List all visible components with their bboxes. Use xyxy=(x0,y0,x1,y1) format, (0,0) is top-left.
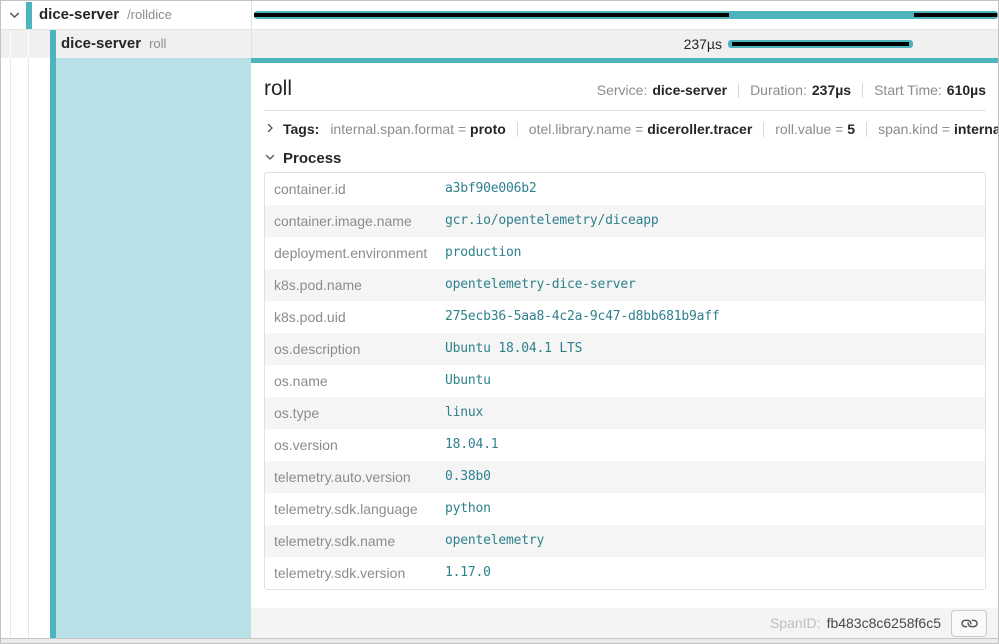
chevron-right-icon xyxy=(264,121,276,137)
tag-separator xyxy=(763,122,764,137)
page-bottom-strip xyxy=(1,638,998,644)
process-key: os.name xyxy=(265,365,437,397)
meta-separator xyxy=(862,83,863,98)
process-value: a3bf90e006b2 xyxy=(437,173,985,205)
tags-section-label: Tags: xyxy=(283,121,319,137)
process-value: 275ecb36-5aa8-4c2a-9c47-d8bb681b9aff xyxy=(437,301,985,333)
process-value: linux xyxy=(437,397,985,429)
tag-separator xyxy=(866,122,867,137)
span-color-bar xyxy=(26,2,32,29)
process-value: 18.04.1 xyxy=(437,429,985,461)
process-row: container.image.namegcr.io/opentelemetry… xyxy=(265,205,985,237)
process-value: 0.38b0 xyxy=(437,461,985,493)
process-row: deployment.environmentproduction xyxy=(265,237,985,269)
span-color-accent-strip xyxy=(251,58,999,63)
process-key: k8s.pod.name xyxy=(265,269,437,301)
duration-value: 237µs xyxy=(812,82,851,98)
timeline-row-rolldice[interactable] xyxy=(252,1,999,30)
operation-name: /rolldice xyxy=(127,7,172,22)
process-value: opentelemetry xyxy=(437,525,985,557)
process-toggle[interactable]: Process xyxy=(264,150,341,167)
span-name-column: dice-server/rolldice dice-server roll xyxy=(1,1,251,638)
span-title: roll xyxy=(264,77,292,101)
jaeger-trace-detail-page: dice-server/rolldice dice-server roll 237… xyxy=(0,0,999,644)
process-row: os.version18.04.1 xyxy=(265,429,985,461)
process-row: container.ida3bf90e006b2 xyxy=(265,173,985,205)
process-row: os.typelinux xyxy=(265,397,985,429)
process-row: telemetry.sdk.version1.17.0 xyxy=(265,557,985,589)
process-value: Ubuntu 18.04.1 LTS xyxy=(437,333,985,365)
span-row-roll-selected[interactable]: dice-server roll xyxy=(1,30,251,58)
link-icon xyxy=(962,616,977,631)
process-value: production xyxy=(437,237,985,269)
chevron-down-icon xyxy=(264,150,276,167)
chevron-down-icon[interactable] xyxy=(8,9,21,27)
process-key: telemetry.sdk.name xyxy=(265,525,437,557)
tag-item: roll.value = 5 xyxy=(775,121,855,137)
tag-separator xyxy=(517,122,518,137)
process-key: telemetry.auto.version xyxy=(265,461,437,493)
start-time-label: Start Time: xyxy=(874,82,942,98)
service-name: dice-server xyxy=(39,6,119,23)
process-key: os.version xyxy=(265,429,437,461)
span-duration-label: 237µs xyxy=(684,36,722,52)
spanid-label: SpanID: xyxy=(770,615,821,631)
span-bar-roll[interactable] xyxy=(728,40,913,48)
process-row: k8s.pod.uid275ecb36-5aa8-4c2a-9c47-d8bb6… xyxy=(265,301,985,333)
process-key: container.image.name xyxy=(265,205,437,237)
spanid-value: fb483c8c6258f6c5 xyxy=(827,615,941,631)
process-value: gcr.io/opentelemetry/diceapp xyxy=(437,205,985,237)
process-section-label: Process xyxy=(283,150,341,167)
indent-guide xyxy=(10,30,11,638)
tags-list: internal.span.format = proto otel.library… xyxy=(330,121,999,137)
process-row: os.nameUbuntu xyxy=(265,365,985,397)
process-key: telemetry.sdk.language xyxy=(265,493,437,525)
self-time-bar xyxy=(914,13,997,17)
service-name: dice-server xyxy=(61,35,141,52)
tags-toggle[interactable]: Tags: xyxy=(264,121,319,137)
span-row-rolldice[interactable]: dice-server/rolldice xyxy=(1,1,251,30)
header-divider xyxy=(264,110,986,111)
tag-item: span.kind = internal xyxy=(878,121,999,137)
process-value: python xyxy=(437,493,985,525)
process-key: telemetry.sdk.version xyxy=(265,557,437,589)
span-detail-panel: roll Service: dice-server Duration: 237µ… xyxy=(251,58,999,638)
start-time-value: 610µs xyxy=(947,82,986,98)
process-table: container.ida3bf90e006b2container.image.… xyxy=(264,172,986,590)
process-key: k8s.pod.uid xyxy=(265,301,437,333)
process-value: opentelemetry-dice-server xyxy=(437,269,985,301)
deep-link-button[interactable] xyxy=(951,610,987,637)
process-key: os.description xyxy=(265,333,437,365)
process-value: 1.17.0 xyxy=(437,557,985,589)
service-value: dice-server xyxy=(652,82,727,98)
duration-label: Duration: xyxy=(750,82,807,98)
process-value: Ubuntu xyxy=(437,365,985,397)
span-bar-rolldice[interactable] xyxy=(254,11,998,19)
process-key: container.id xyxy=(265,173,437,205)
span-meta: Service: dice-server Duration: 237µs Sta… xyxy=(597,82,986,98)
tag-item: internal.span.format = proto xyxy=(330,121,505,137)
indent-guide xyxy=(28,30,29,638)
trace-timeline: 237µs xyxy=(251,1,999,58)
timeline-row-roll[interactable]: 237µs xyxy=(252,30,999,58)
process-row: k8s.pod.nameopentelemetry-dice-server xyxy=(265,269,985,301)
process-table-body: container.ida3bf90e006b2container.image.… xyxy=(265,173,985,589)
selected-span-highlight xyxy=(56,58,251,638)
self-time-bar xyxy=(732,42,909,46)
tag-item: otel.library.name = diceroller.tracer xyxy=(529,121,752,137)
process-key: deployment.environment xyxy=(265,237,437,269)
process-row: telemetry.auto.version0.38b0 xyxy=(265,461,985,493)
process-row: telemetry.sdk.languagepython xyxy=(265,493,985,525)
service-label: Service: xyxy=(597,82,648,98)
indent-guide xyxy=(10,30,11,58)
process-row: telemetry.sdk.nameopentelemetry xyxy=(265,525,985,557)
span-detail-footer: SpanID: fb483c8c6258f6c5 xyxy=(251,608,999,638)
process-row: os.descriptionUbuntu 18.04.1 LTS xyxy=(265,333,985,365)
process-key: os.type xyxy=(265,397,437,429)
meta-separator xyxy=(738,83,739,98)
indent-guide xyxy=(28,30,29,58)
self-time-bar xyxy=(254,13,729,17)
operation-name: roll xyxy=(149,36,166,51)
